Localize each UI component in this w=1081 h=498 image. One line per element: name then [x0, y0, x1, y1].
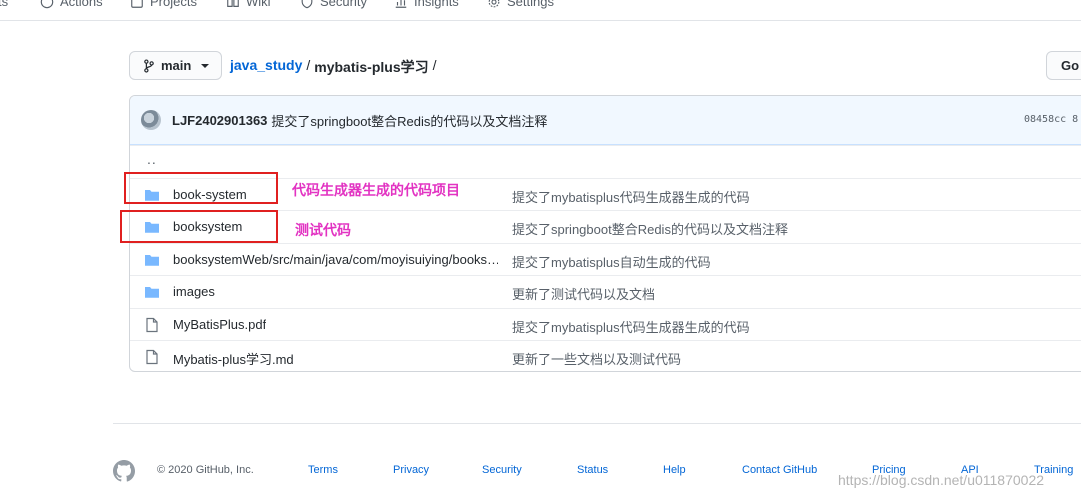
book-icon [227, 0, 239, 7]
commit-message-link[interactable]: 提交了mybatisplus代码生成器生成的代码 [512, 187, 750, 206]
commit-sha[interactable]: 08458cc 8 [1024, 114, 1078, 125]
footer-copyright: © 2020 GitHub, Inc. [157, 464, 254, 476]
annotation-box-booksystem [120, 210, 278, 243]
tab-actions[interactable]: Actions [40, 0, 103, 9]
folder-icon [145, 287, 159, 298]
annotation-box-book-system [124, 172, 278, 204]
footer-link-status[interactable]: Status [577, 464, 608, 476]
file-name-link[interactable]: images [173, 284, 215, 299]
breadcrumb-separator: / [306, 57, 311, 73]
footer-divider [113, 423, 1081, 424]
tab-insights[interactable]: Insights [394, 0, 459, 9]
breadcrumb-current-dir: mybatis-plus学习 [314, 59, 429, 75]
commit-message-link[interactable]: 更新了测试代码以及文档 [512, 284, 655, 303]
footer-link-terms[interactable]: Terms [308, 464, 338, 476]
footer-link-help[interactable]: Help [663, 464, 686, 476]
tab-settings[interactable]: Settings [487, 0, 554, 9]
repo-nav: ts Actions Projects Wiki Security Insigh… [0, 0, 1081, 21]
tab-code[interactable]: ts [0, 0, 8, 9]
file-name-link[interactable]: Mybatis-plus学习.md [173, 349, 294, 368]
branch-selector-button[interactable]: main [129, 51, 222, 80]
folder-icon [145, 254, 159, 266]
table-row[interactable]: booksystemWeb/src/main/java/com/moyisuiy… [130, 242, 1081, 276]
tab-projects[interactable]: Projects [130, 0, 197, 9]
breadcrumb-separator: / [432, 57, 437, 73]
latest-commit-bar: LJF2402901363 提交了springboot整合Redis的代码以及文… [130, 96, 1081, 145]
project-icon [131, 0, 143, 8]
commit-message-link[interactable]: 提交了mybatisplus代码生成器生成的代码 [512, 317, 750, 336]
git-branch-icon [144, 58, 154, 73]
tab-security[interactable]: Security [300, 0, 367, 9]
avatar[interactable] [141, 110, 161, 130]
footer-link-security[interactable]: Security [482, 464, 522, 476]
breadcrumb: java_study / mybatis-plus学习 / [230, 57, 437, 77]
breadcrumb-repo-link[interactable]: java_study [230, 57, 302, 77]
github-logo-icon[interactable] [113, 460, 135, 482]
shield-icon [301, 0, 313, 8]
branch-name: main [161, 58, 192, 73]
annotation-note: 测试代码 [295, 222, 351, 238]
table-row[interactable]: images 更新了测试代码以及文档 [130, 275, 1081, 308]
footer-link-privacy[interactable]: Privacy [393, 464, 429, 476]
gear-icon [488, 0, 500, 7]
file-name-link[interactable]: MyBatisPlus.pdf [173, 317, 266, 332]
tab-wiki[interactable]: Wiki [226, 0, 271, 9]
file-icon [146, 317, 158, 332]
commit-message-link[interactable]: 提交了mybatisplus自动生成的代码 [512, 252, 711, 271]
graph-icon [395, 0, 407, 8]
table-row[interactable]: Mybatis-plus学习.md 更新了一些文档以及测试代码 [130, 340, 1081, 371]
footer-link-contact[interactable]: Contact GitHub [742, 464, 817, 476]
commit-author[interactable]: LJF2402901363 [172, 113, 267, 128]
commit-message[interactable]: 提交了springboot整合Redis的代码以及文档注释 [271, 111, 547, 130]
parent-directory-link[interactable]: .. [147, 151, 157, 167]
commit-message-link[interactable]: 更新了一些文档以及测试代码 [512, 349, 681, 368]
go-to-file-button[interactable]: Go [1046, 51, 1081, 80]
annotation-note: 代码生成器生成的代码项目 [292, 182, 460, 198]
caret-down-icon [201, 63, 210, 68]
play-icon [40, 0, 54, 8]
file-name-link[interactable]: booksystemWeb/src/main/java/com/moyisuiy… [173, 252, 498, 267]
watermark: https://blog.csdn.net/u011870022 [838, 472, 1045, 488]
table-row[interactable]: MyBatisPlus.pdf 提交了mybatisplus代码生成器生成的代码 [130, 307, 1081, 341]
file-icon [146, 349, 158, 365]
commit-message-link[interactable]: 提交了springboot整合Redis的代码以及文档注释 [512, 219, 788, 238]
